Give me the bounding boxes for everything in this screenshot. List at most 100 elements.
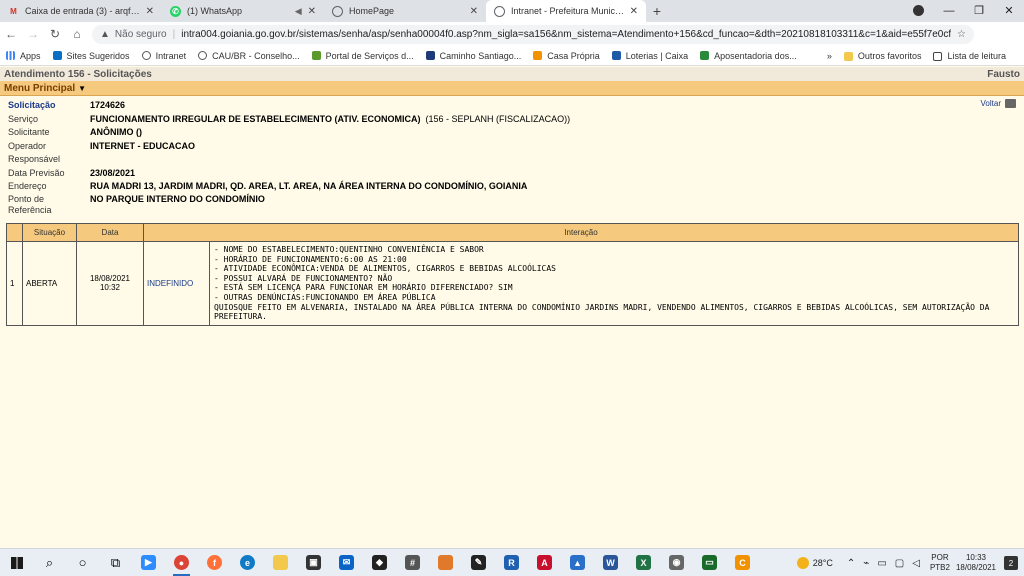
app-orange-icon[interactable]: C <box>726 549 759 576</box>
bookmark-label: Caminho Santiago... <box>439 50 522 61</box>
bookmark-loterias[interactable]: Loterias | Caixa <box>611 50 689 61</box>
mail-icon[interactable]: ✉ <box>330 549 363 576</box>
search-icon[interactable]: ⌕ <box>33 549 66 576</box>
detail-value: 1724626 <box>90 100 126 110</box>
tab-whatsapp[interactable]: ✆ (1) WhatsApp ◀ ✕ <box>162 0 324 22</box>
recording-icon[interactable] <box>913 5 924 16</box>
maximize-button[interactable]: ❐ <box>964 0 994 22</box>
excel-icon[interactable]: X <box>627 549 660 576</box>
windows-start-icon[interactable] <box>0 549 33 576</box>
reading-list-icon <box>933 51 943 61</box>
detail-row: Solicitante ANÔNIMO () <box>8 126 1016 140</box>
close-icon[interactable]: ✕ <box>146 6 154 17</box>
row-responsavel[interactable]: INDEFINIDO <box>143 241 210 326</box>
store-icon[interactable]: ▣ <box>297 549 330 576</box>
reload-button[interactable]: ↻ <box>44 27 66 41</box>
interaction-table: Situação Data Interação 1 ABERTA 18/08/2… <box>6 223 1019 326</box>
new-tab-button[interactable]: + <box>646 0 668 22</box>
network-icon[interactable]: ⌁ <box>863 558 869 569</box>
address-bar[interactable]: ▲ Não seguro | intra004.goiania.go.gov.b… <box>92 25 974 44</box>
service-department: (156 - SEPLANH (FISCALIZACAO)) <box>425 113 571 124</box>
language-indicator[interactable]: POR PTB2 <box>930 553 950 573</box>
bookmark-apps[interactable]: Apps <box>6 51 41 61</box>
cortana-icon[interactable]: ○ <box>66 549 99 576</box>
warning-icon[interactable]: ▲ <box>100 29 110 40</box>
notification-count: 2 <box>1008 558 1014 568</box>
url-text[interactable]: intra004.goiania.go.gov.br/sistemas/senh… <box>181 29 951 40</box>
zoom-icon[interactable]: ▶ <box>132 549 165 576</box>
main-menu-label[interactable]: Menu Principal <box>4 83 75 94</box>
row-date: 18/08/2021 10:32 <box>76 241 144 326</box>
detail-label: Solicitante <box>8 127 50 137</box>
bookmark-label: Casa Própria <box>547 50 600 61</box>
bookmarks-overflow[interactable]: » <box>827 51 832 61</box>
main-menu[interactable]: Menu Principal ▼ <box>0 81 1024 96</box>
bookmark-caminho[interactable]: Caminho Santiago... <box>425 50 522 61</box>
globe-icon <box>332 5 343 17</box>
toolbar: ← → ↻ ⌂ ▲ Não seguro | intra004.goiania.… <box>0 22 1024 63</box>
not-secure-label[interactable]: Não seguro <box>115 29 167 40</box>
speaker-icon[interactable]: ◁ <box>912 558 920 569</box>
terminal-icon[interactable]: ▭ <box>693 549 726 576</box>
column-header <box>6 223 23 242</box>
close-window-button[interactable]: ✕ <box>994 0 1024 22</box>
close-icon[interactable]: ✕ <box>630 6 638 17</box>
interaction-line: - POSSUI ALVARÁ DE FUNCIONAMENTO? NÃO <box>214 273 393 283</box>
sun-icon <box>796 557 809 569</box>
display-icon[interactable]: ▢ <box>895 558 904 569</box>
reading-list-button[interactable]: Lista de leitura <box>933 51 1006 61</box>
bookmark-label: Portal de Serviços d... <box>325 50 414 61</box>
bookmark-label: Loterias | Caixa <box>625 50 689 61</box>
close-icon[interactable]: ✕ <box>470 6 478 17</box>
notifications-button[interactable]: 2 <box>1004 556 1018 570</box>
detail-row: Serviço FUNCIONAMENTO IRREGULAR DE ESTABE… <box>8 113 1016 127</box>
acrobat-icon[interactable]: A <box>528 549 561 576</box>
r-app-icon[interactable]: R <box>495 549 528 576</box>
tab-title: Intranet - Prefeitura Municipal de <box>511 6 626 16</box>
tab-intranet[interactable]: Intranet - Prefeitura Municipal de ✕ <box>486 0 646 22</box>
calculator-icon[interactable]: # <box>396 549 429 576</box>
home-button[interactable]: ⌂ <box>66 27 88 41</box>
bookmark-intranet[interactable]: Intranet <box>141 51 186 61</box>
detail-value: INTERNET - EDUCACAO <box>90 140 195 151</box>
detail-value: FUNCIONAMENTO IRREGULAR DE ESTABELECIMEN… <box>90 113 570 127</box>
app-icon[interactable] <box>429 549 462 576</box>
minimize-button[interactable]: — <box>934 0 964 22</box>
tab-homepage[interactable]: HomePage ✕ <box>324 0 486 22</box>
firefox-icon[interactable]: f <box>198 549 231 576</box>
mute-icon[interactable]: ◀ <box>295 6 302 17</box>
user-name: Fausto <box>987 68 1020 80</box>
tab-gmail[interactable]: M Caixa de entrada (3) - arqfausto7 ✕ <box>0 0 162 22</box>
edge-icon[interactable]: e <box>231 549 264 576</box>
bookmark-cau[interactable]: CAU/BR - Conselho... <box>198 51 300 61</box>
bookmark-portal[interactable]: Portal de Serviços d... <box>311 50 414 61</box>
battery-icon[interactable]: ▭ <box>877 558 886 569</box>
image-app-icon[interactable]: ▲ <box>561 549 594 576</box>
star-icon[interactable]: ☆ <box>957 29 966 40</box>
camera-icon[interactable]: ◉ <box>660 549 693 576</box>
clock[interactable]: 10:33 18/08/2021 <box>956 553 996 573</box>
security-icon[interactable]: ◆ <box>363 549 396 576</box>
close-icon[interactable]: ✕ <box>308 6 316 17</box>
forward-button[interactable]: → <box>22 27 44 41</box>
file-explorer-icon[interactable] <box>264 549 297 576</box>
caixa-icon <box>533 51 543 60</box>
voltar-label[interactable]: Voltar <box>981 99 1001 108</box>
bookmark-casa-propria[interactable]: Casa Própria <box>533 51 600 61</box>
word-icon[interactable]: W <box>594 549 627 576</box>
notes-icon[interactable]: ✎ <box>462 549 495 576</box>
bookmark-sites-sugeridos[interactable]: Sites Sugeridos <box>52 51 130 61</box>
app-header: Atendimento 156 - Solicitações Fausto <box>0 67 1024 81</box>
voltar-link[interactable]: Voltar <box>981 99 1016 108</box>
chrome-icon[interactable]: ● <box>165 549 198 576</box>
chevron-down-icon[interactable]: ▼ <box>78 84 86 93</box>
detail-label: Ponto de Referência <box>8 193 52 215</box>
row-interaction-text: - NOME DO ESTABELECIMENTO:QUENTINHO CONV… <box>209 241 1019 326</box>
bookmark-other-favorites[interactable]: Outros favoritos <box>843 51 921 61</box>
chevron-up-icon[interactable]: ⌃ <box>847 558 855 569</box>
task-view-icon[interactable]: ⧉ <box>99 549 132 576</box>
bookmark-aposentadoria[interactable]: Aposentadoria dos... <box>700 51 797 61</box>
printer-icon[interactable] <box>1005 99 1016 108</box>
back-button[interactable]: ← <box>0 27 22 41</box>
weather-widget[interactable]: 28°C <box>796 557 833 569</box>
